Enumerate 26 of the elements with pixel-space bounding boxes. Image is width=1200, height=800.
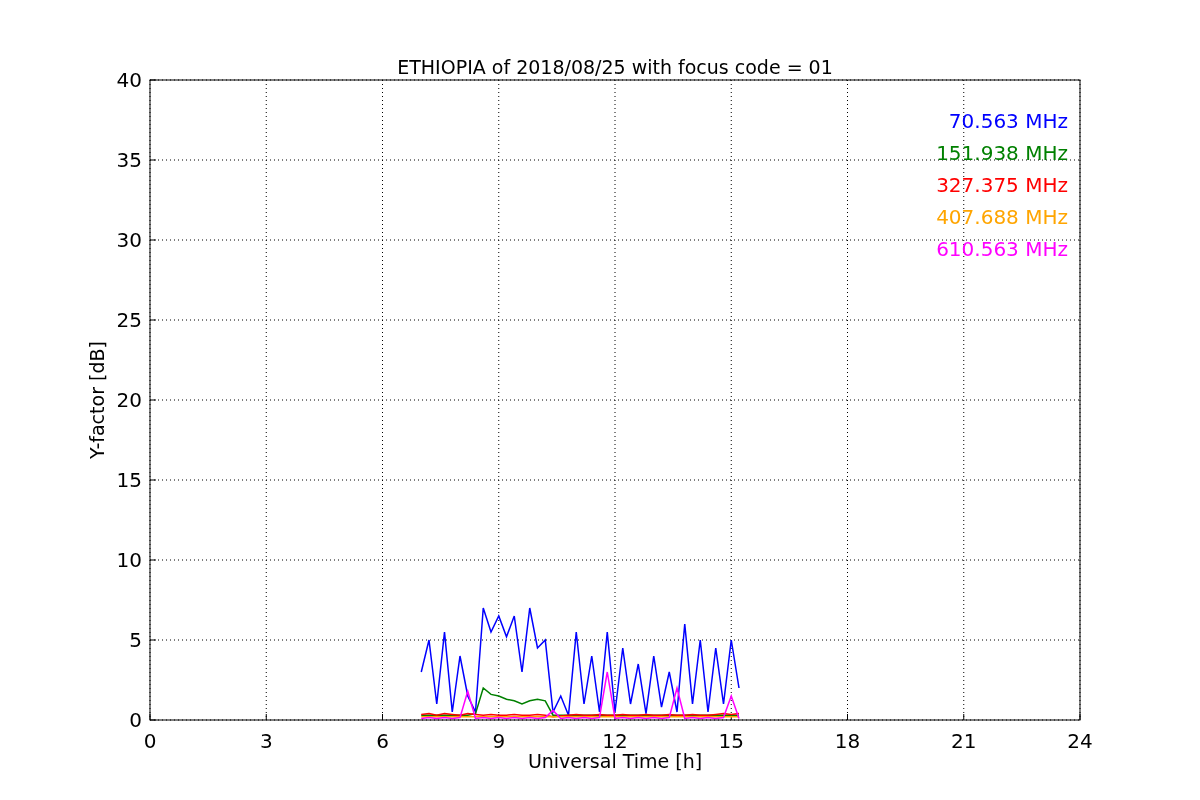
y-tick-label: 0: [129, 708, 142, 732]
x-tick-label: 0: [143, 729, 157, 753]
x-tick-label: 15: [718, 729, 744, 753]
legend-entry: 610.563 MHz: [936, 237, 1068, 261]
y-tick-label: 35: [116, 148, 142, 172]
x-axis-label: Universal Time [h]: [527, 750, 703, 772]
x-tick-label: 18: [834, 729, 861, 753]
legend-entry: 151.938 MHz: [936, 141, 1068, 165]
y-tick-label: 15: [116, 468, 142, 492]
y-tick-label: 10: [116, 548, 142, 572]
x-tick-label: 21: [951, 729, 977, 753]
y-tick-label: 20: [116, 388, 142, 412]
y-tick-label: 25: [116, 308, 142, 332]
legend-entry: 327.375 MHz: [936, 173, 1068, 197]
legend-entry: 70.563 MHz: [948, 109, 1068, 133]
x-tick-label: 3: [259, 729, 273, 753]
x-tick-label: 9: [492, 729, 506, 753]
chart-title: ETHIOPIA of 2018/08/25 with focus code = 01: [397, 56, 833, 78]
y-tick-label: 40: [116, 68, 142, 92]
legend-entry: 407.688 MHz: [936, 205, 1068, 229]
y-tick-label: 5: [129, 628, 142, 652]
x-tick-label: 6: [376, 729, 389, 753]
x-tick-label: 24: [1067, 729, 1093, 753]
x-tick-label: 12: [602, 729, 628, 753]
y-axis-label: Y-factor [dB]: [86, 341, 108, 459]
y-tick-label: 30: [116, 228, 142, 252]
